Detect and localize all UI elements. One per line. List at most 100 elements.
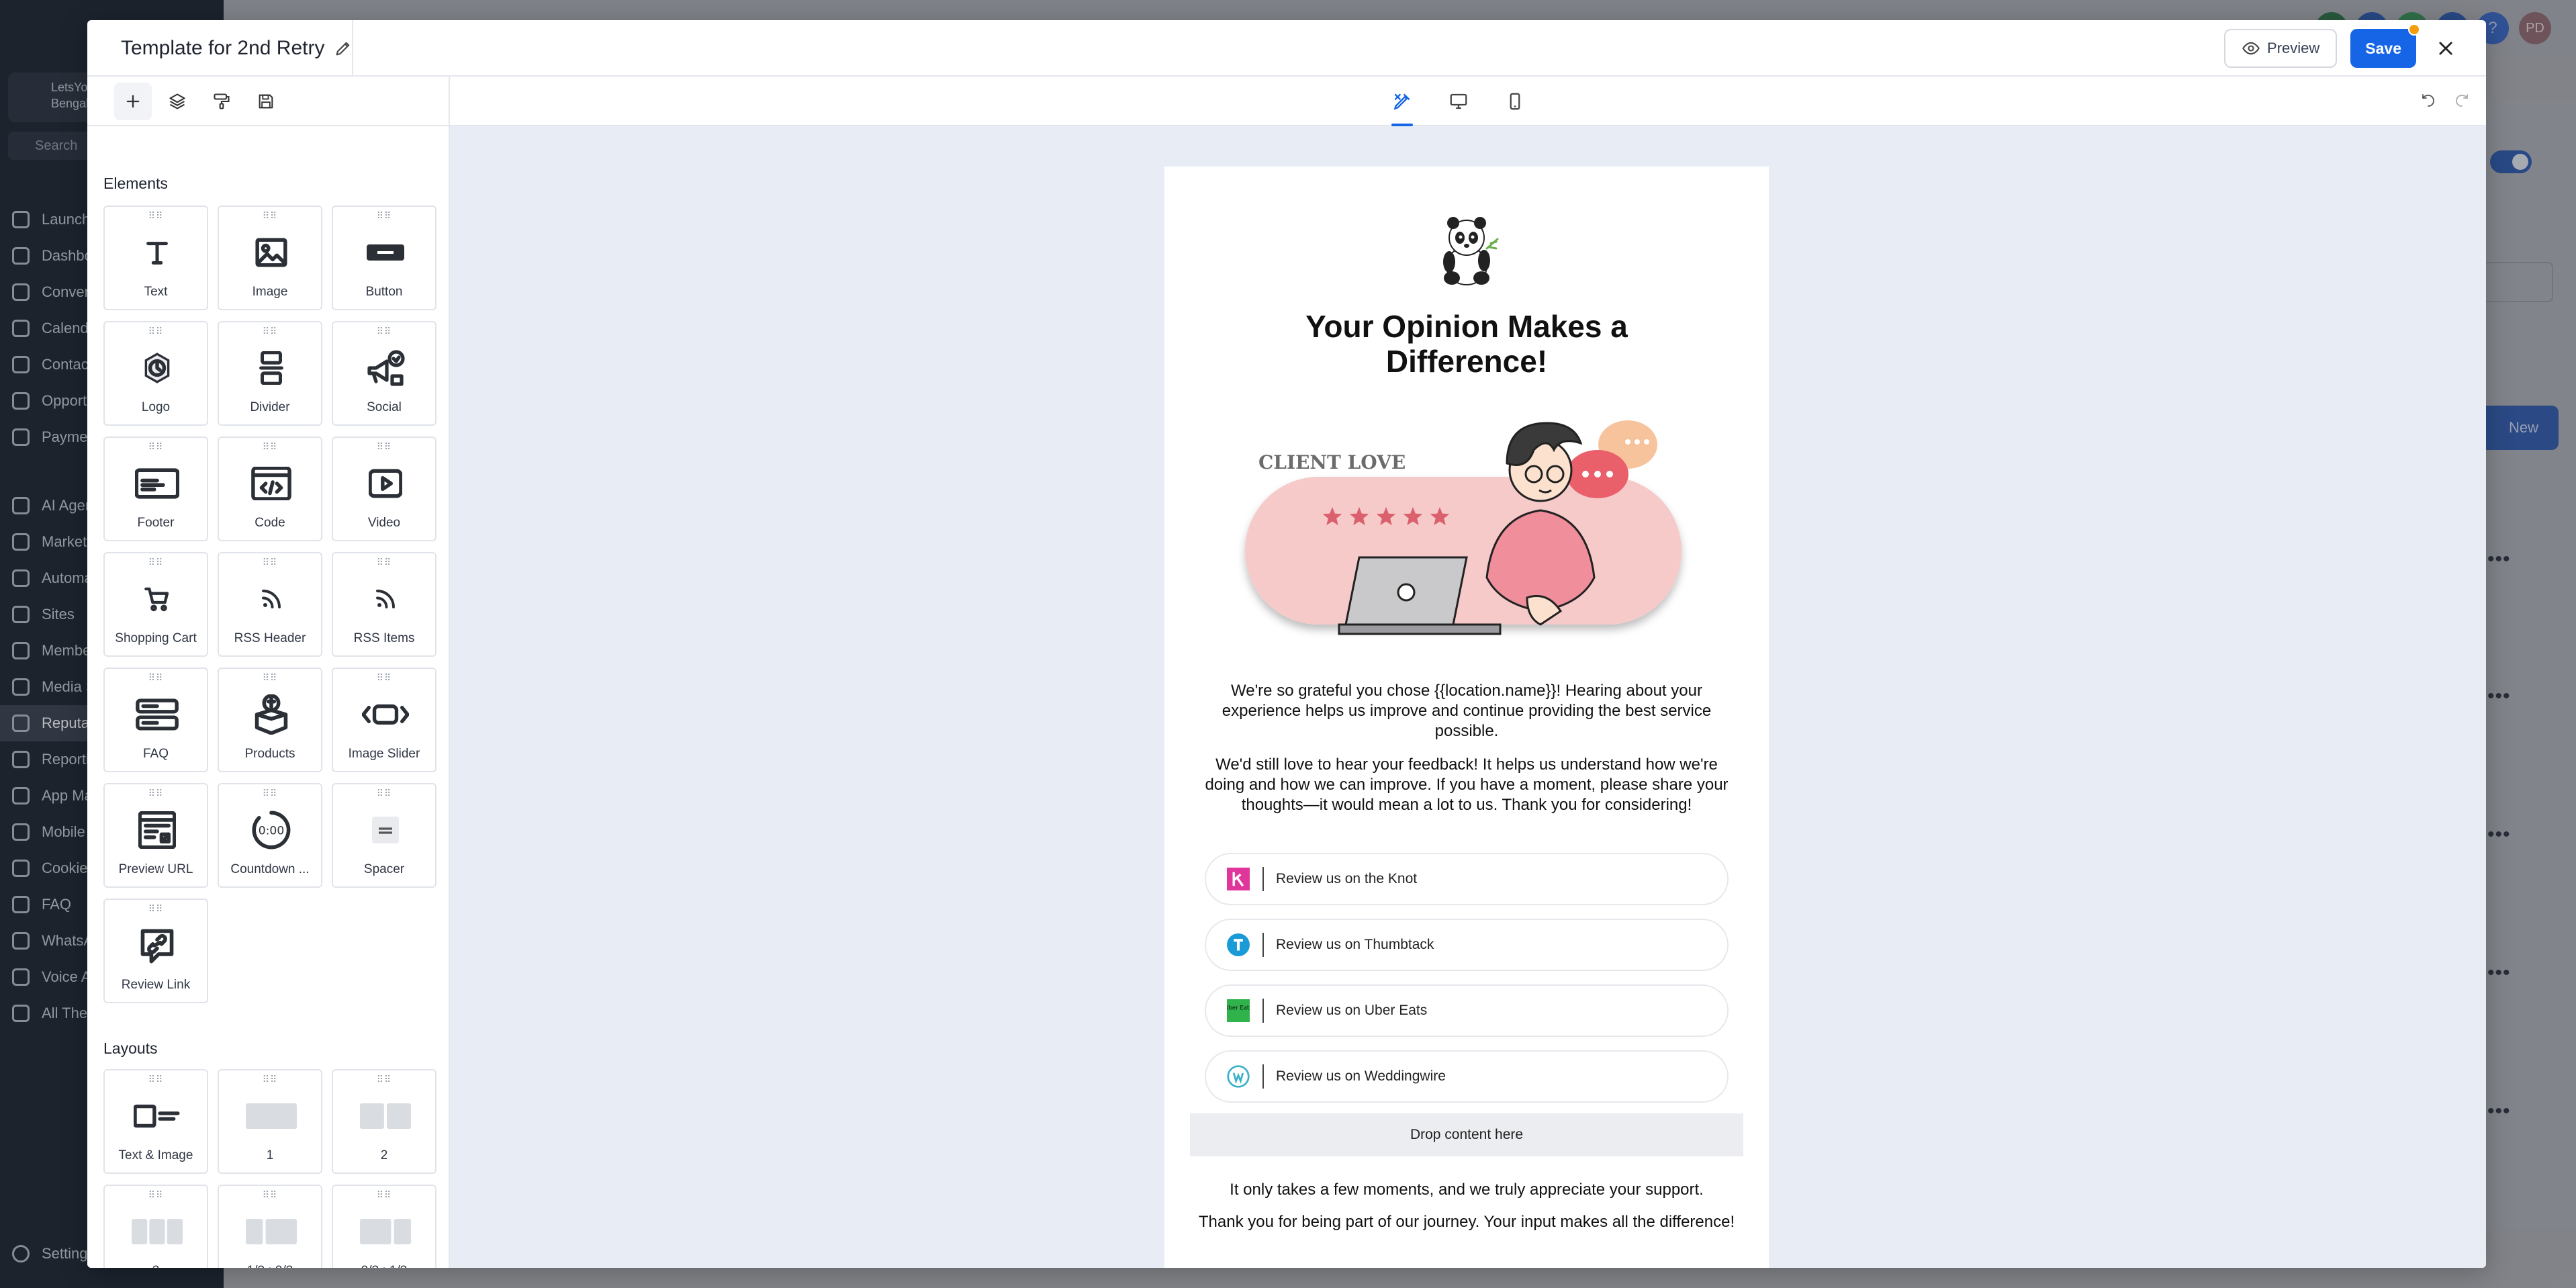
editor-toolbar	[87, 77, 2486, 126]
edit-title-button[interactable]	[334, 38, 353, 58]
tile-button-element[interactable]: ⠿⠿ Button	[332, 205, 436, 310]
tile-text-element[interactable]: ⠿⠿ Text	[103, 205, 208, 310]
floppy-disk-icon	[259, 94, 273, 109]
tile-1-3-2-3-layout[interactable]: ⠿⠿ 1/3 : 2/3	[218, 1185, 322, 1268]
code-icon	[244, 463, 298, 504]
tile-social-element[interactable]: ⠿⠿ Social	[332, 321, 436, 426]
button-icon	[359, 232, 412, 273]
tile-products-element[interactable]: ⠿⠿ Products	[218, 668, 322, 772]
tile-label: Shopping Cart	[115, 631, 197, 645]
review-link-button[interactable]: Review us on Thumbtack	[1205, 919, 1729, 971]
faq-icon	[130, 694, 184, 735]
drag-handle-icon[interactable]: ⠿⠿	[333, 673, 435, 682]
email-canvas: Your Opinion Makes a Difference! CLIENT …	[450, 126, 2486, 1268]
modal-header: Template for 2nd Retry Preview Save	[87, 20, 2486, 77]
email-footer-line-2[interactable]: Thank you for being part of our journey.…	[1185, 1213, 1749, 1232]
video-icon	[359, 463, 412, 504]
drag-handle-icon[interactable]: ⠿⠿	[333, 788, 435, 798]
drag-handle-icon[interactable]: ⠿⠿	[219, 211, 321, 220]
tile-footer-element[interactable]: ⠿⠿ Footer	[103, 436, 208, 541]
tile-logo-element[interactable]: ⠿⠿ Logo	[103, 321, 208, 426]
two-thirds-one-third-layout-icon	[359, 1211, 412, 1252]
drag-handle-icon[interactable]: ⠿⠿	[219, 788, 321, 798]
review-link-button[interactable]: Uber Eats Review us on Uber Eats	[1205, 984, 1729, 1037]
design-mode-tab[interactable]	[1382, 77, 1422, 126]
tile-label: Spacer	[363, 862, 405, 876]
tile-2-layout[interactable]: ⠿⠿ 2	[332, 1069, 436, 1174]
layers-tab[interactable]	[158, 83, 196, 120]
drop-content-zone[interactable]: Drop content here	[1190, 1113, 1743, 1156]
drag-handle-icon[interactable]: ⠿⠿	[333, 442, 435, 451]
desktop-view-tab[interactable]	[1438, 77, 1479, 126]
tile-divider-element[interactable]: ⠿⠿ Divider	[218, 321, 322, 426]
drag-handle-icon[interactable]: ⠿⠿	[105, 1074, 207, 1084]
drag-handle-icon[interactable]: ⠿⠿	[219, 1074, 321, 1084]
review-link-button[interactable]: Review us on Weddingwire	[1205, 1050, 1729, 1103]
preview-button[interactable]: Preview	[2224, 29, 2338, 68]
drag-handle-icon[interactable]: ⠿⠿	[105, 788, 207, 798]
design-tools-icon	[1393, 93, 1410, 110]
drag-handle-icon[interactable]: ⠿⠿	[219, 673, 321, 682]
panda-logo-image[interactable]	[1432, 214, 1502, 287]
social-icon	[359, 348, 412, 388]
tile-2-3-1-3-layout[interactable]: ⠿⠿ 2/3 : 1/3	[332, 1185, 436, 1268]
tile-3-layout[interactable]: ⠿⠿ 3	[103, 1185, 208, 1268]
drag-handle-icon[interactable]: ⠿⠿	[219, 326, 321, 336]
drag-handle-icon[interactable]: ⠿⠿	[105, 1190, 207, 1199]
drag-handle-icon[interactable]: ⠿⠿	[105, 904, 207, 913]
drag-handle-icon[interactable]: ⠿⠿	[105, 442, 207, 451]
mobile-view-tab[interactable]	[1495, 77, 1535, 126]
tile-review-link-element[interactable]: ⠿⠿ Review Link	[103, 899, 208, 1003]
add-elements-tab[interactable]	[114, 83, 152, 120]
client-love-hero-image[interactable]: CLIENT LOVE	[1238, 416, 1695, 651]
drag-handle-icon[interactable]: ⠿⠿	[333, 326, 435, 336]
redo-button[interactable]	[2448, 88, 2475, 115]
tile-preview-url-element[interactable]: ⠿⠿ Preview URL	[103, 783, 208, 888]
tile-code-element[interactable]: ⠿⠿ Code	[218, 436, 322, 541]
drag-handle-icon[interactable]: ⠿⠿	[333, 211, 435, 220]
text-icon	[130, 232, 184, 273]
tile-video-element[interactable]: ⠿⠿ Video	[332, 436, 436, 541]
drag-handle-icon[interactable]: ⠿⠿	[219, 442, 321, 451]
styles-tab[interactable]	[203, 83, 240, 120]
tile-label: Logo	[141, 400, 171, 414]
tile-image-slider-element[interactable]: ⠿⠿ Image Slider	[332, 668, 436, 772]
drag-handle-icon[interactable]: ⠿⠿	[333, 1074, 435, 1084]
undo-icon	[2422, 94, 2434, 107]
layouts-section-title: Layouts	[103, 1040, 158, 1057]
tile-text-image-layout[interactable]: ⠿⠿ Text & Image	[103, 1069, 208, 1174]
paint-roller-icon	[214, 93, 230, 109]
tile-image-element[interactable]: ⠿⠿ Image	[218, 205, 322, 310]
review-link-button[interactable]: Review us on the Knot	[1205, 853, 1729, 905]
eye-icon	[2242, 42, 2260, 55]
tile-rss-header-element[interactable]: ⠿⠿ RSS Header	[218, 552, 322, 657]
drag-handle-icon[interactable]: ⠿⠿	[105, 557, 207, 567]
email-paragraph-gratitude[interactable]: We're so grateful you chose {{location.n…	[1205, 681, 1729, 741]
saved-rows-tab[interactable]	[247, 83, 285, 120]
countdown-icon: 0:00	[244, 810, 298, 850]
drag-handle-icon[interactable]: ⠿⠿	[219, 1190, 321, 1199]
drag-handle-icon[interactable]: ⠿⠿	[219, 557, 321, 567]
drag-handle-icon[interactable]: ⠿⠿	[105, 673, 207, 682]
email-headline[interactable]: Your Opinion Makes a Difference!	[1272, 309, 1661, 379]
image-slider-icon	[359, 694, 412, 735]
drag-handle-icon[interactable]: ⠿⠿	[105, 326, 207, 336]
undo-button[interactable]	[2415, 88, 2442, 115]
tile-shopping-cart-element[interactable]: ⠿⠿ Shopping Cart	[103, 552, 208, 657]
close-button[interactable]	[2432, 35, 2459, 62]
tile-faq-element[interactable]: ⠿⠿ FAQ	[103, 668, 208, 772]
tile-1-layout[interactable]: ⠿⠿ 1	[218, 1069, 322, 1174]
save-button[interactable]: Save	[2350, 24, 2420, 68]
review-button-label: Review us on Uber Eats	[1276, 1003, 1428, 1018]
tile-rss-items-element[interactable]: ⠿⠿ RSS Items	[332, 552, 436, 657]
review-button-label: Review us on the Knot	[1276, 871, 1418, 886]
tile-countdown-element[interactable]: ⠿⠿ 0:00 Countdown ...	[218, 783, 322, 888]
drag-handle-icon[interactable]: ⠿⠿	[105, 211, 207, 220]
tile-label: Footer	[137, 516, 175, 530]
email-paragraph-feedback[interactable]: We'd still love to hear your feedback! I…	[1205, 755, 1729, 815]
drag-handle-icon[interactable]: ⠿⠿	[333, 557, 435, 567]
tile-spacer-element[interactable]: ⠿⠿ Spacer	[332, 783, 436, 888]
spacer-icon	[359, 810, 412, 850]
drag-handle-icon[interactable]: ⠿⠿	[333, 1190, 435, 1199]
email-footer-line-1[interactable]: It only takes a few moments, and we trul…	[1185, 1181, 1749, 1199]
